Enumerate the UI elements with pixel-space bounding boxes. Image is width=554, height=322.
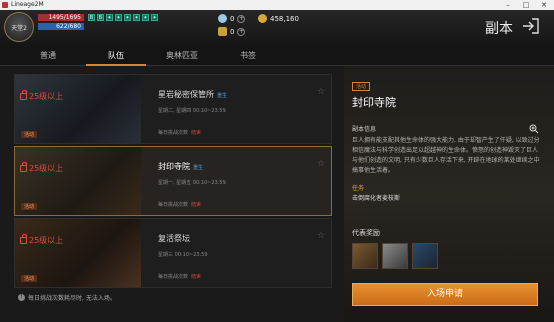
diamond-amount: 0 (230, 14, 235, 23)
status-chip: 活动 (352, 82, 371, 91)
diamond-icon (218, 14, 227, 23)
dungeon-schedule: 星期二, 星期四 00:10~23:59 (158, 108, 226, 114)
window-titlebar: Lineage2M – □ ✕ (0, 0, 554, 10)
level-requirement: 25级以上 (29, 164, 64, 173)
page-title: 副本 (485, 21, 513, 37)
daily-limit-label: 每日挑战次数 (158, 274, 189, 280)
dungeon-name: 复活祭坛 (158, 233, 190, 244)
event-tag: 活动 (21, 275, 38, 282)
tab-bar: 普通 队伍 奥林匹亚 书签 (0, 46, 554, 66)
dungeon-list: 25级以上 活动 星岩秘密保管所 重生 星期二, 星期四 00:10~23:59 … (14, 66, 332, 288)
favorite-star-icon[interactable]: ☆ (317, 159, 325, 169)
lock-icon (20, 234, 27, 244)
dungeon-description: 巨人拥有能支配其他生命体的强大能力, 由于却智产生了仟疑, 以致过分相信魔法与科… (352, 137, 540, 174)
gold-coin-icon (258, 14, 267, 23)
reward-list (352, 243, 438, 269)
token-icon (218, 27, 227, 36)
dungeon-name-text: 星岩秘密保管所 (158, 90, 214, 99)
level-lock: 25级以上 (20, 234, 64, 246)
dungeon-card[interactable]: 25级以上 活动 复活祭坛 星期三 00:10~23:59 每日挑战次数 结束 ☆ (14, 218, 332, 288)
close-window-button[interactable]: ✕ (536, 0, 552, 10)
level-requirement: 25级以上 (29, 236, 64, 245)
tab-normal[interactable]: 普通 (18, 46, 78, 66)
respawn-badge: 重生 (193, 165, 204, 171)
gold-amount: 458,160 (270, 14, 299, 23)
hp-bar: 1495/1695 (38, 14, 84, 21)
window-title: Lineage2M (11, 1, 44, 8)
daily-limit-status: 结束 (191, 274, 202, 280)
buff-icon[interactable]: ✦ (133, 14, 140, 21)
token-currency: 0 + (218, 27, 246, 36)
exit-icon[interactable] (522, 18, 540, 34)
daily-limit-label: 每日挑战次数 (158, 130, 189, 136)
daily-limit-status: 结束 (191, 130, 202, 136)
buff-icon[interactable]: B (97, 14, 104, 21)
enter-request-button[interactable]: 入场申请 (352, 283, 538, 306)
gold-currency: 458,160 (258, 14, 299, 23)
dungeon-schedule: 星期一, 星期五 00:10~23:59 (158, 180, 226, 186)
buff-icon[interactable]: ✦ (151, 14, 158, 21)
dungeon-detail-panel: 活动 封印寺院 副本信息 巨人拥有能支配其他生命体的强大能力, 由于却智产生了仟… (344, 78, 544, 310)
daily-limit: 每日挑战次数 结束 (158, 201, 201, 208)
level-requirement: 25级以上 (29, 92, 64, 101)
daily-limit: 每日挑战次数 结束 (158, 129, 201, 136)
footer-note-text: 每日挑战次数耗尽时, 无法入场。 (28, 295, 116, 302)
reward-item-armor-icon[interactable] (382, 243, 408, 269)
buff-icon[interactable]: ✦ (106, 14, 113, 21)
buff-icon[interactable]: B (88, 14, 95, 21)
lock-icon (20, 90, 27, 100)
add-token-button[interactable]: + (237, 27, 246, 36)
tab-bookmark[interactable]: 书签 (218, 46, 278, 66)
reward-item-chest-icon[interactable] (352, 243, 378, 269)
dungeon-name-text: 封印寺院 (158, 162, 190, 171)
reward-heading: 代表奖励 (352, 229, 380, 237)
event-tag: 活动 (21, 203, 38, 210)
respawn-badge: 重生 (217, 93, 228, 99)
daily-limit: 每日挑战次数 结束 (158, 273, 201, 280)
level-lock: 25级以上 (20, 90, 64, 102)
avatar[interactable]: 天堂2 (4, 12, 34, 42)
dungeon-card[interactable]: 25级以上 活动 星岩秘密保管所 重生 星期二, 星期四 00:10~23:59 … (14, 74, 332, 144)
app-icon (2, 2, 8, 8)
favorite-star-icon[interactable]: ☆ (317, 87, 325, 97)
tab-party[interactable]: 队伍 (86, 46, 146, 66)
footer-note: ! 每日挑战次数耗尽时, 无法入场。 (18, 293, 116, 302)
favorite-star-icon[interactable]: ☆ (317, 231, 325, 241)
info-heading: 副本信息 (352, 126, 377, 133)
token-amount: 0 (230, 27, 235, 36)
daily-limit-label: 每日挑战次数 (158, 202, 189, 208)
maximize-button[interactable]: □ (518, 0, 534, 10)
diamond-currency: 0 + (218, 14, 246, 23)
daily-limit-status: 结束 (191, 202, 202, 208)
buff-icon[interactable]: ✦ (124, 14, 131, 21)
event-tag: 活动 (21, 131, 38, 138)
reward-item-weapon-icon[interactable] (412, 243, 438, 269)
lock-icon (20, 162, 27, 172)
zoom-in-icon[interactable] (529, 124, 539, 134)
dungeon-name: 封印寺院 重生 (158, 161, 203, 172)
buff-row: B B ✦ ✦ ✦ ✦ ✦ ✦ (88, 14, 158, 21)
info-icon: ! (18, 294, 25, 301)
buff-icon[interactable]: ✦ (142, 14, 149, 21)
task-text: 击倒腐化者麦枝斯 (352, 195, 401, 202)
task-heading: 任务 (352, 185, 365, 192)
add-diamond-button[interactable]: + (237, 14, 246, 23)
buff-icon[interactable]: ✦ (115, 14, 122, 21)
dungeon-card[interactable]: 25级以上 活动 封印寺院 重生 星期一, 星期五 00:10~23:59 每日挑… (14, 146, 332, 216)
tab-olympiad[interactable]: 奥林匹亚 (152, 46, 212, 66)
minimize-button[interactable]: – (500, 0, 516, 10)
level-lock: 25级以上 (20, 162, 64, 174)
detail-title: 封印寺院 (352, 96, 396, 109)
dungeon-schedule: 星期三 00:10~23:59 (158, 252, 208, 258)
dungeon-name-text: 复活祭坛 (158, 234, 190, 243)
dungeon-name: 星岩秘密保管所 重生 (158, 89, 227, 100)
mp-bar: 622/680 (38, 23, 84, 30)
portrait-text: 天堂2 (11, 25, 27, 32)
